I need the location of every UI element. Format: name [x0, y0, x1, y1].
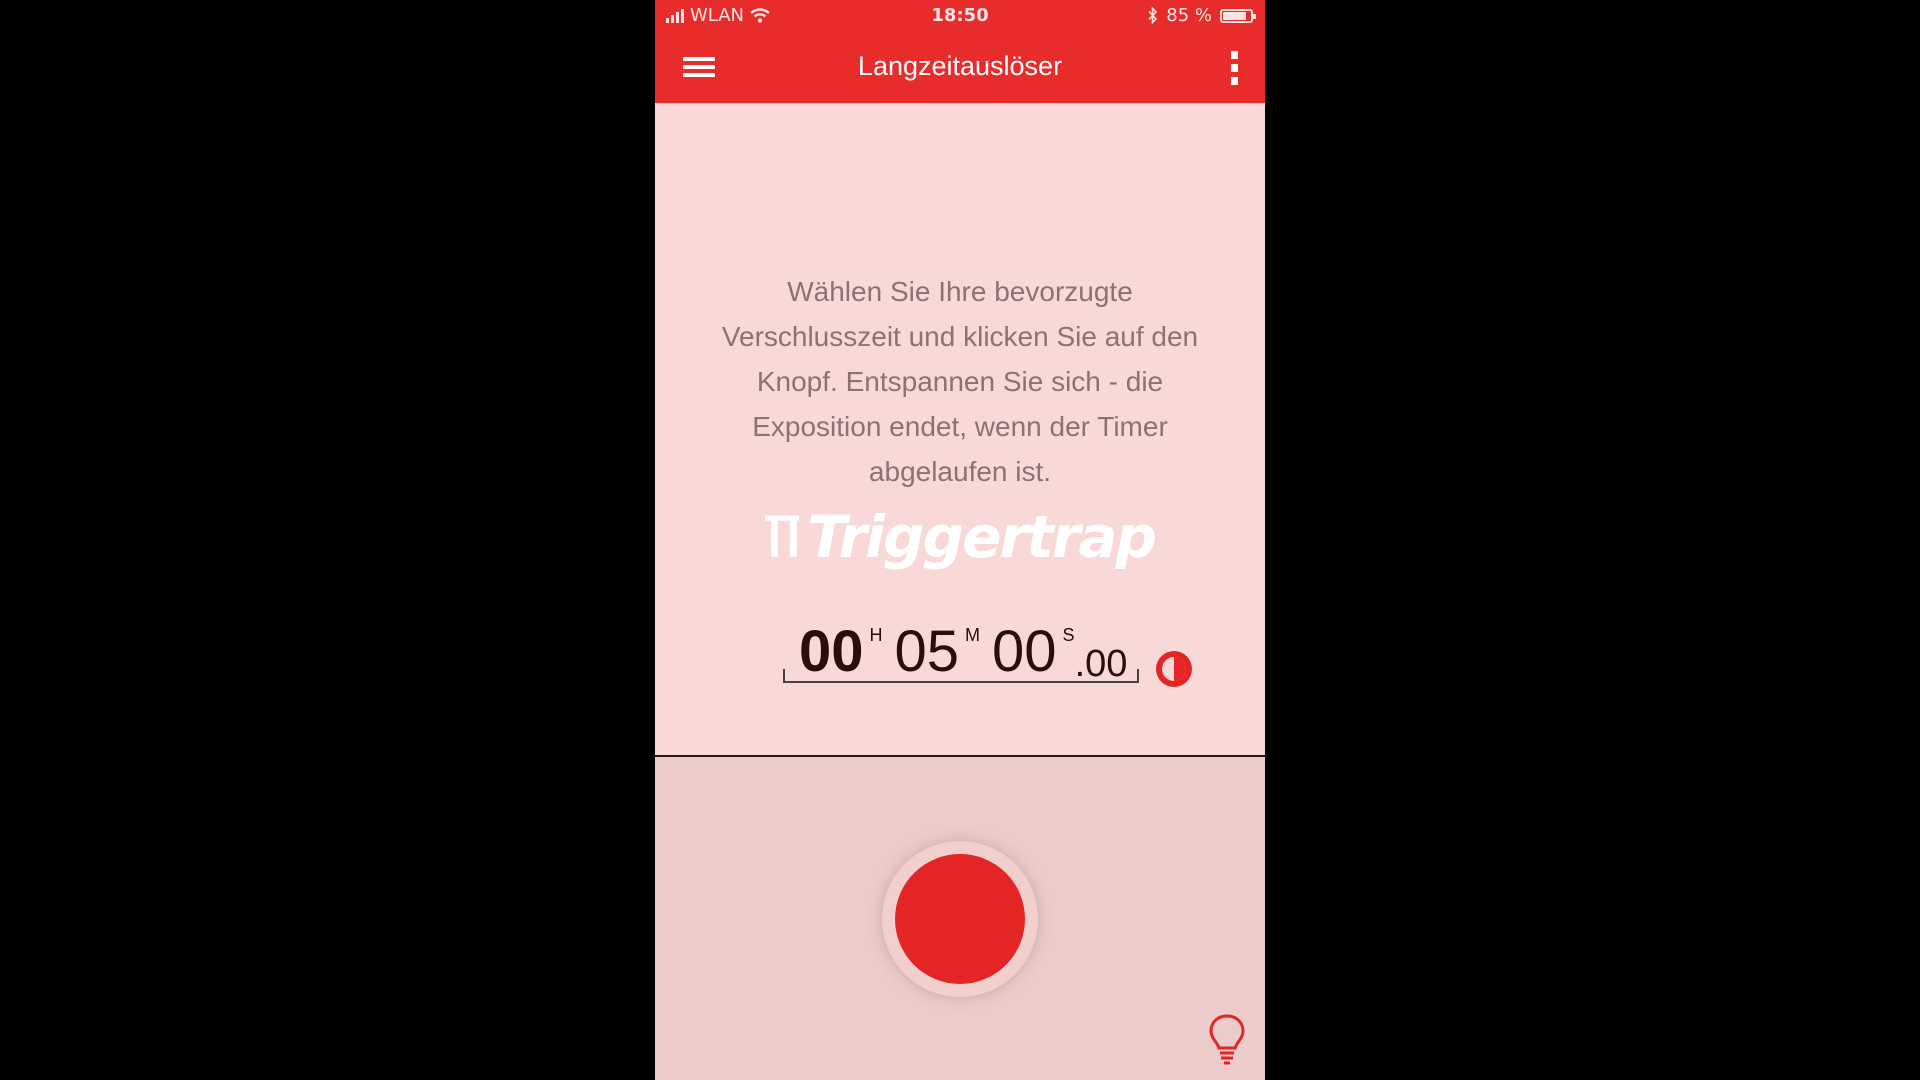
timer-minutes-unit: M — [965, 625, 981, 645]
half-circle-icon[interactable] — [1154, 649, 1194, 689]
triggertrap-logo: Triggertrap — [765, 487, 1157, 587]
timer-hours-unit: H — [869, 625, 883, 645]
battery-fill — [1223, 11, 1246, 20]
timer-digits: 00 H 05 M 00 S .00 — [799, 619, 1128, 685]
app-screen: WLAN 18:50 85 % Langzeitauslöser Wählen … — [655, 0, 1265, 1080]
timer-fraction: .00 — [1074, 643, 1128, 685]
battery-icon — [1220, 8, 1256, 23]
bluetooth-icon — [1148, 7, 1158, 24]
logo-text: Triggertrap — [807, 503, 1157, 571]
more-vertical-icon[interactable] — [1229, 51, 1239, 85]
exposure-timer[interactable]: 00 H 05 M 00 S .00 — [783, 623, 1139, 683]
battery-percent: 85 % — [1166, 5, 1212, 26]
navbar: Langzeitauslöser — [655, 33, 1265, 103]
lightbulb-icon[interactable] — [1207, 1013, 1247, 1067]
triggertrap-logo-mark — [765, 515, 800, 557]
page-title: Langzeitauslöser — [857, 51, 1063, 81]
shutter-button[interactable] — [882, 841, 1038, 997]
shutter-button-core[interactable] — [895, 854, 1025, 984]
status-right: 85 % — [1147, 5, 1256, 26]
instructions-text: Wählen Sie Ihre bevorzugte Verschlusszei… — [721, 276, 1199, 487]
bottom-panel — [655, 757, 1265, 1080]
status-bar: WLAN 18:50 85 % — [655, 0, 1265, 33]
main-content: Wählen Sie Ihre bevorzugte Verschlusszei… — [655, 103, 1265, 755]
timer-seconds-unit: S — [1062, 625, 1075, 645]
timer-seconds: 00 — [992, 619, 1057, 684]
timer-hours: 00 — [799, 619, 864, 684]
timer-minutes: 05 — [894, 619, 960, 684]
